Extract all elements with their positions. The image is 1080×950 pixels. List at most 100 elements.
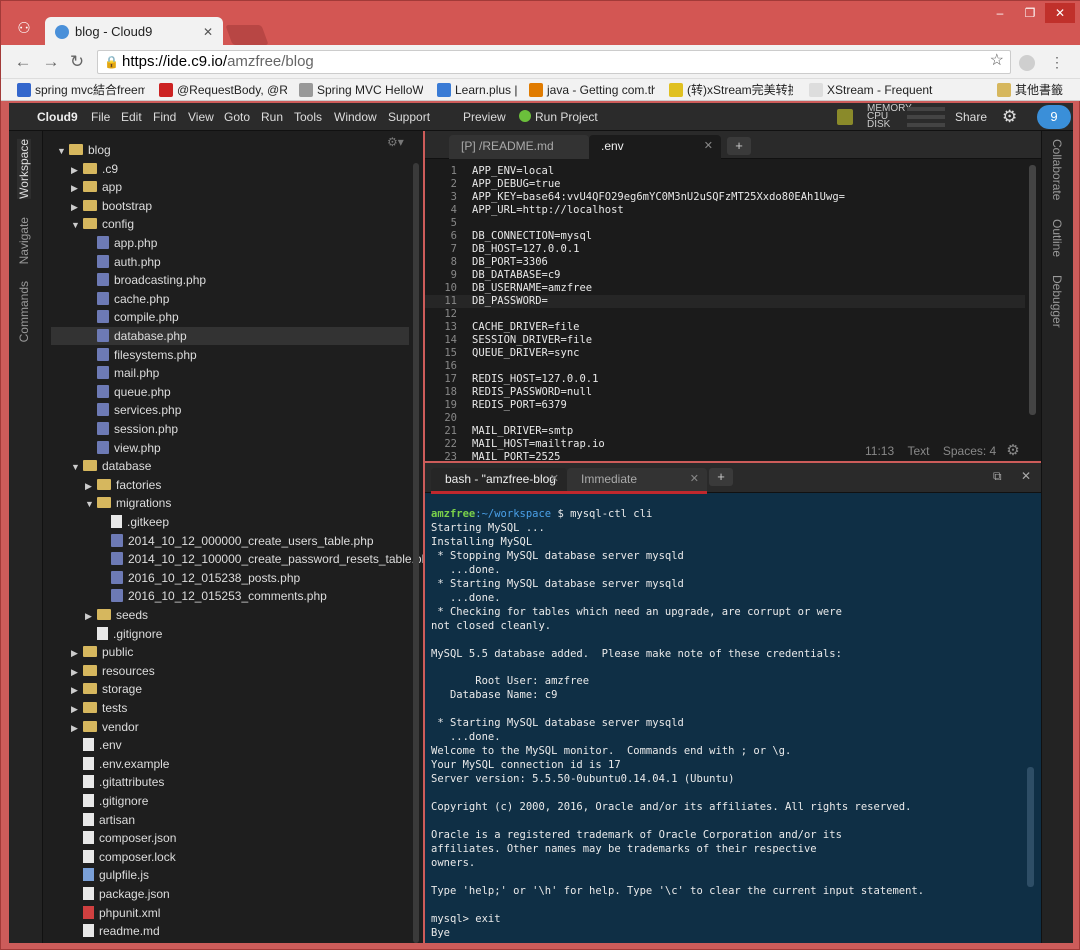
tree-file[interactable]: .gitattributes bbox=[43, 773, 164, 791]
tab-bash[interactable]: bash - "amzfree-blog ✕ bbox=[431, 468, 567, 493]
browser-tab[interactable]: blog - Cloud9 ✕ bbox=[45, 17, 223, 47]
close-pane-icon[interactable]: ✕ bbox=[1021, 469, 1031, 483]
close-tab-immediate-icon[interactable]: ✕ bbox=[690, 468, 699, 491]
tree-file[interactable]: session.php bbox=[43, 420, 178, 438]
tree-file[interactable]: readme.md bbox=[43, 922, 160, 940]
minimize-icon[interactable]: – bbox=[985, 3, 1015, 23]
tree-file[interactable]: phpunit.xml bbox=[43, 904, 160, 922]
tree-file[interactable]: package.json bbox=[43, 885, 170, 903]
tab-collaborate[interactable]: Collaborate bbox=[1050, 139, 1064, 200]
tree-folder[interactable]: ▶ tests bbox=[43, 699, 127, 717]
tree-folder[interactable]: ▼ config bbox=[43, 215, 134, 233]
bookmark-item[interactable]: (转)xStream完美转换 bbox=[669, 82, 793, 98]
menu-support[interactable]: Support bbox=[388, 110, 430, 124]
bookmark-item[interactable]: XStream - Frequentl bbox=[809, 82, 933, 98]
tab-outline[interactable]: Outline bbox=[1050, 219, 1064, 257]
caret-right-icon[interactable]: ▶ bbox=[71, 681, 83, 699]
tree-folder[interactable]: ▶ public bbox=[43, 643, 133, 661]
menu-view[interactable]: View bbox=[188, 110, 214, 124]
maximize-icon[interactable]: ❐ bbox=[1015, 3, 1045, 23]
back-icon[interactable]: ← bbox=[13, 52, 33, 72]
tab-debugger[interactable]: Debugger bbox=[1050, 275, 1064, 328]
maximize-pane-icon[interactable]: ⧉ bbox=[993, 469, 1002, 484]
close-tab-bash-icon[interactable]: ✕ bbox=[550, 468, 559, 491]
bookmark-item[interactable]: Learn.plus | bbox=[437, 82, 517, 98]
tree-file[interactable]: queue.php bbox=[43, 383, 171, 401]
forward-icon[interactable]: → bbox=[41, 52, 61, 72]
caret-down-icon[interactable]: ▼ bbox=[85, 495, 97, 513]
caret-right-icon[interactable]: ▶ bbox=[71, 179, 83, 197]
tree-file[interactable]: 2016_10_12_015238_posts.php bbox=[43, 569, 300, 587]
tree-settings-gear-icon[interactable]: ⚙▾ bbox=[387, 135, 404, 149]
tree-file[interactable]: auth.php bbox=[43, 253, 161, 271]
menu-find[interactable]: Find bbox=[153, 110, 176, 124]
bookmark-item[interactable]: @RequestBody, @Re bbox=[159, 82, 287, 98]
tree-file[interactable]: .gitignore bbox=[43, 792, 148, 810]
tree-folder[interactable]: ▶ seeds bbox=[43, 606, 148, 624]
caret-down-icon[interactable]: ▼ bbox=[71, 458, 83, 476]
tree-file[interactable]: .gitignore bbox=[43, 625, 162, 643]
menu-window[interactable]: Window bbox=[334, 110, 377, 124]
bookmark-item[interactable]: Spring MVC HelloW bbox=[299, 82, 423, 98]
menu-goto[interactable]: Goto bbox=[224, 110, 250, 124]
close-tab-icon[interactable]: ✕ bbox=[203, 17, 213, 47]
tree-file[interactable]: .env bbox=[43, 736, 122, 754]
settings-gear-icon[interactable]: ⚙ bbox=[1002, 107, 1017, 127]
new-tab-button[interactable] bbox=[225, 25, 269, 45]
tree-file[interactable]: gulpfile.js bbox=[43, 866, 149, 884]
caret-right-icon[interactable]: ▶ bbox=[71, 663, 83, 681]
resource-meters[interactable]: MEMORY CPU DISK bbox=[867, 104, 945, 130]
tree-file[interactable]: .gitkeep bbox=[43, 513, 169, 531]
menu-edit[interactable]: Edit bbox=[121, 110, 142, 124]
tree-file[interactable]: view.php bbox=[43, 439, 161, 457]
menu-file[interactable]: File bbox=[91, 110, 110, 124]
tree-file[interactable]: composer.json bbox=[43, 829, 176, 847]
tree-file[interactable]: mail.php bbox=[43, 364, 159, 382]
editor-settings-gear-icon[interactable]: ⚙ bbox=[1006, 442, 1019, 459]
tree-file[interactable]: compile.php bbox=[43, 308, 179, 326]
tree-folder[interactable]: ▶ .c9 bbox=[43, 160, 118, 178]
run-project-button[interactable]: Run Project bbox=[519, 110, 598, 124]
tree-file[interactable]: composer.lock bbox=[43, 848, 176, 866]
tab-navigate[interactable]: Navigate bbox=[17, 217, 31, 264]
tree-folder[interactable]: ▶ factories bbox=[43, 476, 161, 494]
tab-commands[interactable]: Commands bbox=[17, 281, 31, 342]
caret-right-icon[interactable]: ▶ bbox=[71, 719, 83, 737]
caret-down-icon[interactable]: ▼ bbox=[71, 216, 83, 234]
tree-file[interactable]: filesystems.php bbox=[43, 346, 197, 364]
tree-folder[interactable]: ▶ storage bbox=[43, 680, 142, 698]
caret-right-icon[interactable]: ▶ bbox=[71, 161, 83, 179]
tree-folder[interactable]: ▶ resources bbox=[43, 662, 155, 680]
tree-scrollbar[interactable] bbox=[413, 163, 419, 943]
tree-folder[interactable]: ▶ bootstrap bbox=[43, 197, 152, 215]
bookmark-item[interactable]: 其他書籤 bbox=[997, 82, 1067, 98]
caret-right-icon[interactable]: ▶ bbox=[71, 700, 83, 718]
terminal-output[interactable]: amzfree:~/workspace $ mysql-ctl cli Star… bbox=[431, 507, 1027, 943]
tree-file[interactable]: services.php bbox=[43, 401, 181, 419]
caret-right-icon[interactable]: ▶ bbox=[85, 477, 97, 495]
tree-folder[interactable]: ▶ vendor bbox=[43, 718, 139, 736]
chrome-menu-icon[interactable]: ⋮ bbox=[1047, 52, 1067, 72]
menu-tools[interactable]: Tools bbox=[294, 110, 322, 124]
tab-immediate[interactable]: Immediate ✕ bbox=[567, 468, 707, 493]
menu-run[interactable]: Run bbox=[261, 110, 283, 124]
tree-file[interactable]: 2014_10_12_100000_create_password_resets… bbox=[43, 550, 423, 568]
caret-right-icon[interactable]: ▶ bbox=[71, 644, 83, 662]
tab-workspace[interactable]: Workspace bbox=[17, 139, 31, 199]
tree-folder[interactable]: ▶ app bbox=[43, 178, 122, 196]
close-window-icon[interactable]: ✕ bbox=[1045, 3, 1075, 23]
share-button[interactable]: Share bbox=[955, 110, 987, 124]
cloud9-brand[interactable]: Cloud9 bbox=[37, 110, 78, 124]
tree-file[interactable]: app.php bbox=[43, 234, 157, 252]
editor-scrollbar[interactable] bbox=[1029, 165, 1036, 415]
reload-icon[interactable]: ↻ bbox=[67, 52, 87, 72]
tree-file[interactable]: cache.php bbox=[43, 290, 169, 308]
tree-file[interactable]: 2016_10_12_015253_comments.php bbox=[43, 587, 327, 605]
tab-readme[interactable]: [P] /README.md bbox=[449, 135, 589, 159]
tree-folder[interactable]: ▼ database bbox=[43, 457, 151, 475]
caret-down-icon[interactable]: ▼ bbox=[57, 142, 69, 160]
bookmark-star-icon[interactable]: ☆ bbox=[990, 50, 1004, 72]
caret-right-icon[interactable]: ▶ bbox=[85, 607, 97, 625]
cloud9-logo-icon[interactable]: 9 bbox=[1037, 105, 1071, 129]
address-bar[interactable]: 🔒 https://ide.c9.io/amzfree/blog ☆ bbox=[97, 50, 1011, 74]
